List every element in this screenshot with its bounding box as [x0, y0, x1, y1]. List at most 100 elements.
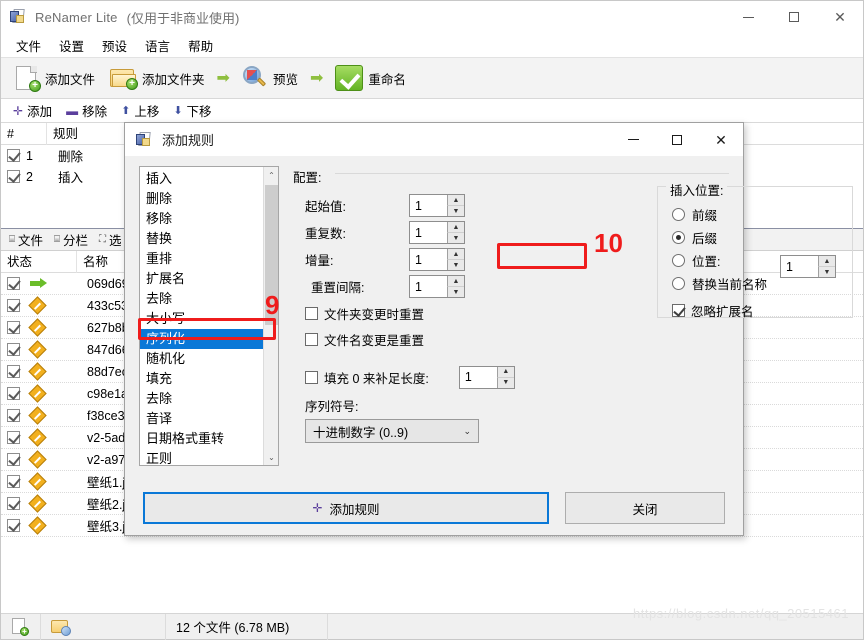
- rule-type-item[interactable]: 去除: [140, 389, 278, 409]
- minimize-button[interactable]: [725, 1, 771, 33]
- checkbox-icon[interactable]: [7, 475, 20, 488]
- toolbar-add-folder-button[interactable]: + 添加文件夹: [104, 64, 210, 92]
- symbol-select[interactable]: 十进制数字 (0..9) ⌄: [305, 419, 479, 443]
- pad-zero-input[interactable]: 1: [460, 370, 472, 384]
- file-row-status[interactable]: [1, 494, 77, 513]
- spinner-down-icon[interactable]: ▼: [447, 206, 464, 216]
- ignore-extension-row[interactable]: 忽略扩展名: [658, 297, 852, 323]
- spinner-up-icon[interactable]: ▲: [447, 276, 464, 287]
- increment-input[interactable]: 1: [410, 253, 422, 267]
- rule-type-item[interactable]: 重排: [140, 249, 278, 269]
- rule-type-item[interactable]: 去除: [140, 289, 278, 309]
- rule-type-item[interactable]: 随机化: [140, 349, 278, 369]
- repeat-count-input[interactable]: 1: [410, 226, 422, 240]
- rule-type-item[interactable]: 填充: [140, 369, 278, 389]
- radio-suffix[interactable]: 后缀: [658, 226, 852, 249]
- file-row-status[interactable]: [1, 340, 77, 359]
- rule-type-item[interactable]: 日期格式重转: [140, 429, 278, 449]
- spinner-down-icon[interactable]: ▼: [447, 260, 464, 270]
- file-row-status[interactable]: [1, 318, 77, 337]
- reset-on-folder-change-checkbox[interactable]: [305, 306, 318, 320]
- reset-on-name-change-row[interactable]: 文件名变更是重置: [305, 326, 729, 352]
- spinner-down-icon[interactable]: ▼: [496, 377, 514, 388]
- rules-remove-button[interactable]: ▬ 移除: [60, 100, 113, 121]
- file-row-status[interactable]: [1, 406, 77, 425]
- rules-add-button[interactable]: ✛ 添加: [7, 100, 58, 121]
- checkbox-icon[interactable]: [7, 170, 20, 183]
- spinner-up-icon[interactable]: ▲: [447, 222, 464, 233]
- rule-type-item[interactable]: 删除: [140, 189, 278, 209]
- toolbar-rename-button[interactable]: 重命名: [330, 63, 411, 93]
- increment-stepper[interactable]: 1 ▲ ▼: [409, 248, 465, 271]
- rules-move-down-button[interactable]: ⬇ 下移: [167, 100, 217, 121]
- rule-type-item[interactable]: 正则: [140, 449, 278, 465]
- checkbox-icon[interactable]: [7, 431, 20, 444]
- checkbox-icon[interactable]: [7, 299, 20, 312]
- file-row-status[interactable]: [1, 428, 77, 447]
- file-row-status[interactable]: [1, 450, 77, 469]
- position-input[interactable]: 1: [781, 260, 793, 274]
- toolbar-preview-button[interactable]: 预览: [237, 63, 303, 93]
- toolbar-add-file-button[interactable]: + 添加文件: [9, 62, 100, 94]
- pad-zero-row[interactable]: 填充 0 来补足长度: 1 ▲ ▼: [305, 364, 729, 390]
- spinner-up-icon[interactable]: ▲: [496, 366, 514, 378]
- checkbox-icon[interactable]: [7, 277, 20, 290]
- rule-type-item[interactable]: 序列化: [140, 329, 278, 349]
- rule-type-item[interactable]: 音译: [140, 409, 278, 429]
- reset-on-name-change-checkbox[interactable]: [305, 332, 318, 346]
- checkbox-icon[interactable]: [7, 409, 20, 422]
- add-rule-button[interactable]: ✛ 添加规则: [143, 492, 549, 524]
- file-row-status[interactable]: [1, 472, 77, 491]
- checkbox-icon[interactable]: [7, 365, 20, 378]
- radio-icon[interactable]: [672, 254, 685, 267]
- dialog-maximize-button[interactable]: [655, 123, 699, 156]
- rules-move-up-button[interactable]: ⬆ 上移: [115, 100, 165, 121]
- rule-type-list[interactable]: 插入 删除 移除 替换 重排 扩展名 去除 大小写 序列化 随机化 填充 去除 音译 日期格式重转 正则 ⌃…: [139, 166, 279, 466]
- start-value-stepper[interactable]: 1 ▲ ▼: [409, 194, 465, 217]
- checkbox-icon[interactable]: [7, 453, 20, 466]
- tab-files[interactable]: ⌸ 文件: [5, 229, 47, 250]
- close-dialog-button[interactable]: 关闭: [565, 492, 725, 524]
- rule-type-item[interactable]: 大小写: [140, 309, 278, 329]
- spinner-down-icon[interactable]: ▼: [447, 233, 464, 243]
- radio-icon[interactable]: [672, 231, 685, 244]
- status-add-folder-button[interactable]: [41, 613, 166, 640]
- files-col-status[interactable]: 状态: [1, 251, 77, 273]
- spinner-down-icon[interactable]: ▼: [447, 287, 464, 297]
- ignore-extension-checkbox[interactable]: [672, 303, 685, 317]
- tab-columns[interactable]: ⌸ 分栏: [50, 229, 92, 250]
- reset-interval-input[interactable]: 1: [410, 280, 422, 294]
- pad-zero-stepper[interactable]: 1 ▲ ▼: [458, 365, 515, 389]
- file-row-status[interactable]: [1, 296, 77, 315]
- file-row-status[interactable]: [1, 384, 77, 403]
- position-stepper[interactable]: 1 ▲ ▼: [780, 255, 836, 278]
- menu-item-language[interactable]: 语言: [136, 33, 179, 58]
- radio-icon[interactable]: [672, 208, 685, 221]
- menu-item-settings[interactable]: 设置: [50, 33, 93, 58]
- spinner-up-icon[interactable]: ▲: [818, 256, 835, 267]
- menu-item-presets[interactable]: 预设: [93, 33, 136, 58]
- repeat-count-stepper[interactable]: 1 ▲ ▼: [409, 221, 465, 244]
- spinner-down-icon[interactable]: ▼: [818, 267, 835, 277]
- rule-row-check[interactable]: 1: [1, 149, 47, 163]
- maximize-button[interactable]: [771, 1, 817, 33]
- close-button[interactable]: ✕: [817, 1, 863, 33]
- checkbox-icon[interactable]: [7, 149, 20, 162]
- rule-type-item[interactable]: 扩展名: [140, 269, 278, 289]
- rule-type-item[interactable]: 移除: [140, 209, 278, 229]
- spinner-up-icon[interactable]: ▲: [447, 195, 464, 206]
- start-value-input[interactable]: 1: [410, 199, 422, 213]
- menu-item-help[interactable]: 帮助: [179, 33, 222, 58]
- checkbox-icon[interactable]: [7, 387, 20, 400]
- checkbox-icon[interactable]: [7, 321, 20, 334]
- rule-type-item[interactable]: 插入: [140, 169, 278, 189]
- dialog-close-button[interactable]: ✕: [699, 123, 743, 156]
- dialog-minimize-button[interactable]: [611, 123, 655, 156]
- tab-select[interactable]: ⛶ 选: [95, 229, 126, 250]
- checkbox-icon[interactable]: [7, 497, 20, 510]
- rule-row-check[interactable]: 2: [1, 170, 47, 184]
- spinner-up-icon[interactable]: ▲: [447, 249, 464, 260]
- checkbox-icon[interactable]: [7, 343, 20, 356]
- menu-item-file[interactable]: 文件: [7, 33, 50, 58]
- status-add-file-button[interactable]: +: [1, 613, 41, 640]
